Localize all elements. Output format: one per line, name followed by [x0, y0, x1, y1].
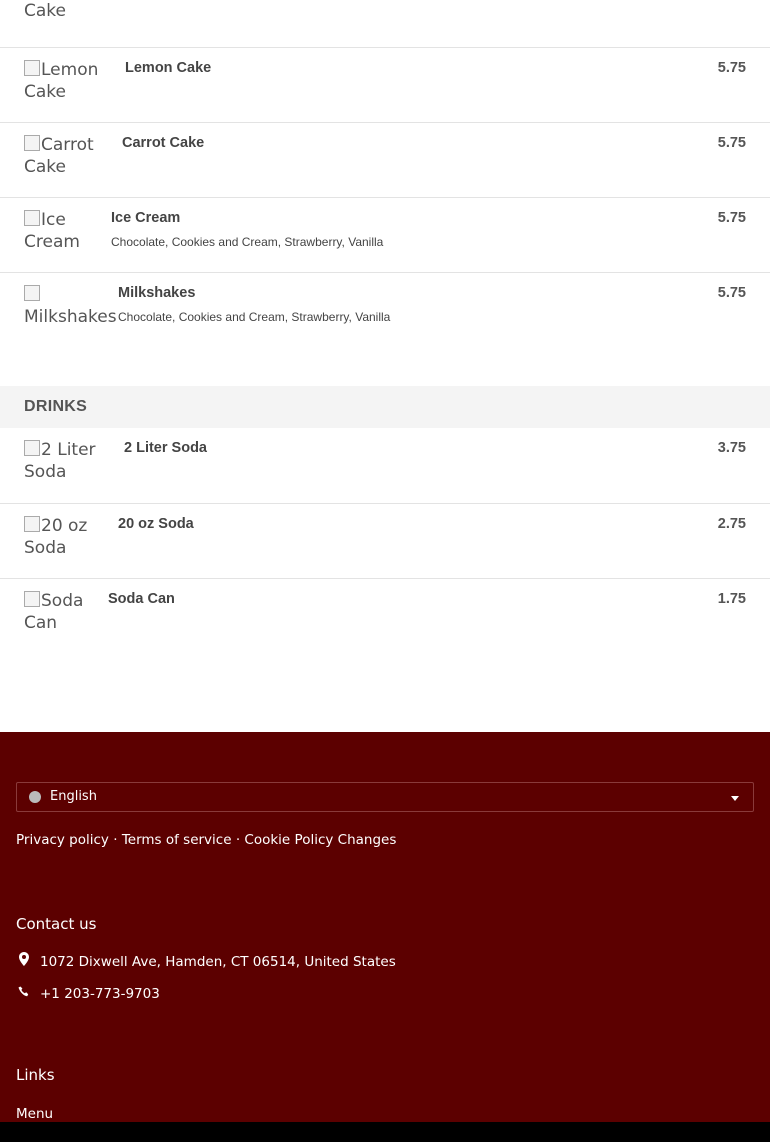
- item-name: 20 oz Soda: [118, 516, 194, 532]
- item-price: 5.75: [717, 60, 746, 76]
- item-name: 2 Liter Soda: [124, 440, 207, 456]
- item-image: 20 oz Soda: [24, 516, 88, 558]
- item-price: 5.75: [717, 135, 746, 151]
- menu-item-partial[interactable]: Cake: [0, 0, 770, 48]
- section-title: DRINKS: [24, 398, 88, 415]
- address-row[interactable]: 1072 Dixwell Ave, Hamden, CT 06514, Unit…: [16, 952, 396, 970]
- bottom-bar: [0, 1122, 770, 1142]
- item-price: 5.75: [717, 285, 746, 301]
- menu-item[interactable]: Soda Can Soda Can 1.75: [0, 578, 770, 732]
- separator: ·: [235, 832, 241, 848]
- menu-item[interactable]: 20 oz Soda 20 oz Soda 2.75: [0, 503, 770, 578]
- item-description: Chocolate, Cookies and Cream, Strawberry…: [118, 310, 391, 324]
- item-description: Chocolate, Cookies and Cream, Strawberry…: [111, 235, 384, 249]
- map-pin-icon: [16, 952, 32, 970]
- item-price: 1.75: [717, 591, 746, 607]
- item-name: Carrot Cake: [122, 135, 205, 151]
- item-image: Ice Cream: [24, 210, 80, 252]
- phone-icon: [16, 986, 32, 1002]
- terms-link[interactable]: Terms of service: [122, 832, 232, 848]
- menu-item[interactable]: Ice Cream Ice Cream Chocolate, Cookies a…: [0, 197, 770, 272]
- menu-item[interactable]: Lemon Cake Lemon Cake 5.75: [0, 47, 770, 122]
- item-name: Milkshakes: [118, 285, 196, 301]
- item-image: Lemon Cake: [24, 60, 99, 102]
- item-price: 2.75: [717, 516, 746, 532]
- contact-heading: Contact us: [16, 915, 97, 933]
- cookie-policy-link[interactable]: Cookie Policy Changes: [244, 832, 396, 848]
- language-select[interactable]: English: [16, 782, 754, 812]
- item-image: Milkshakes: [24, 284, 117, 328]
- phone-text: +1 203-773-9703: [40, 986, 160, 1002]
- language-value: English: [50, 789, 97, 804]
- item-name: Soda Can: [108, 591, 175, 607]
- phone-row[interactable]: +1 203-773-9703: [16, 986, 160, 1002]
- section-header-drinks: DRINKS: [0, 386, 770, 428]
- caret-down-icon: [731, 796, 739, 801]
- item-name: Lemon Cake: [125, 60, 212, 76]
- menu-item[interactable]: Carrot Cake Carrot Cake 5.75: [0, 122, 770, 197]
- item-price: 5.75: [717, 210, 746, 226]
- menu-link[interactable]: Menu: [16, 1106, 53, 1122]
- item-image: 2 Liter Soda: [24, 440, 96, 482]
- menu-item[interactable]: Milkshakes Milkshakes Chocolate, Cookies…: [0, 272, 770, 386]
- globe-icon: [29, 791, 41, 803]
- item-price: 3.75: [717, 440, 746, 456]
- item-image: Carrot Cake: [24, 135, 94, 177]
- item-image: Cake: [24, 1, 66, 21]
- privacy-link[interactable]: Privacy policy: [16, 832, 109, 848]
- legal-links: Privacy policy · Terms of service · Cook…: [16, 832, 396, 848]
- item-image: Soda Can: [24, 591, 84, 633]
- item-name: Ice Cream: [111, 210, 181, 226]
- links-heading: Links: [16, 1066, 55, 1084]
- site-footer: English Privacy policy · Terms of servic…: [0, 732, 770, 1122]
- separator: ·: [113, 832, 118, 848]
- address-text: 1072 Dixwell Ave, Hamden, CT 06514, Unit…: [40, 954, 396, 970]
- menu-item[interactable]: 2 Liter Soda 2 Liter Soda 3.75: [0, 428, 770, 503]
